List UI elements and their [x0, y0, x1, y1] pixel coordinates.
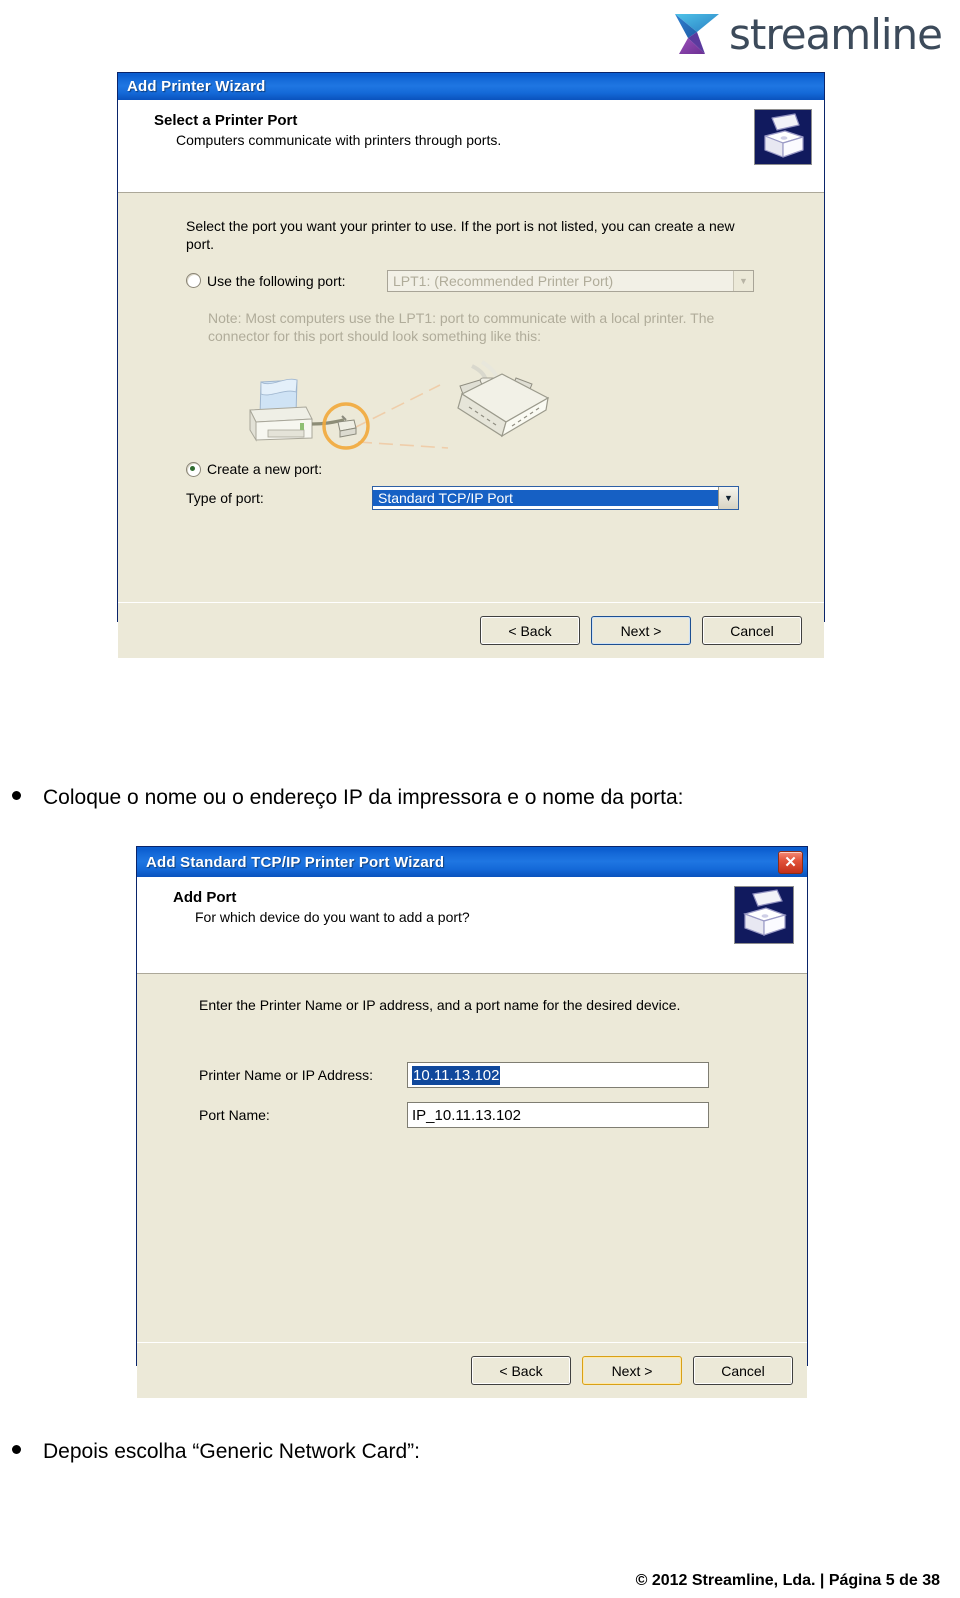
bullet-icon — [12, 1445, 21, 1454]
add-standard-tcpip-printer-port-wizard-dialog: Add Standard TCP/IP Printer Port Wizard … — [136, 846, 808, 1398]
dialog2-titlebar[interactable]: Add Standard TCP/IP Printer Port Wizard … — [137, 847, 807, 877]
printer-name-or-ip-label: Printer Name or IP Address: — [199, 1067, 374, 1084]
printer-name-or-ip-row: Printer Name or IP Address: 10.11.13.102 — [199, 1062, 787, 1089]
port-name-label: Port Name: — [199, 1107, 270, 1124]
dialog1-body: Select the port you want your printer to… — [118, 193, 824, 602]
next-button[interactable]: Next > — [591, 616, 691, 645]
type-of-port-combo[interactable]: Standard TCP/IP Port ▼ — [372, 486, 739, 511]
dialog1-note: Note: Most computers use the LPT1: port … — [208, 309, 715, 345]
dialog1-footer: < Back Next > Cancel — [118, 602, 824, 658]
cancel-button[interactable]: Cancel — [693, 1356, 793, 1385]
create-new-port-radio[interactable] — [186, 461, 201, 477]
dialog2-body: Enter the Printer Name or IP address, an… — [137, 974, 807, 1342]
use-following-port-label: Use the following port: — [207, 272, 346, 289]
port-select-combo[interactable]: LPT1: (Recommended Printer Port) ▼ — [387, 269, 754, 292]
printer-name-or-ip-field[interactable]: 10.11.13.102 — [407, 1062, 709, 1089]
cancel-button[interactable]: Cancel — [702, 616, 802, 645]
dialog2-footer: < Back Next > Cancel — [137, 1342, 807, 1398]
printer-name-or-ip-value: 10.11.13.102 — [412, 1065, 501, 1085]
next-button[interactable]: Next > — [582, 1356, 682, 1385]
dialog2-instruction: Enter the Printer Name or IP address, an… — [199, 997, 681, 1013]
caption-1-text: Coloque o nome ou o endereço IP da impre… — [43, 786, 684, 809]
page-footer: © 2012 Streamline, Lda. | Página 5 de 38 — [635, 1572, 940, 1589]
caption-line-2: Depois escolha “Generic Network Card”: — [12, 1440, 420, 1464]
dialog2-header-title: Add Port — [173, 889, 237, 906]
use-following-port-row: Use the following port: LPT1: (Recommend… — [186, 269, 804, 292]
dialog2-header-subtitle: For which device do you want to add a po… — [195, 909, 470, 925]
streamline-logo: streamline — [671, 8, 943, 60]
use-following-port-radio[interactable] — [186, 273, 201, 289]
port-name-value: IP_10.11.13.102 — [412, 1106, 521, 1124]
dialog1-header-subtitle: Computers communicate with printers thro… — [176, 132, 502, 148]
dialog1-header-title: Select a Printer Port — [154, 112, 298, 129]
close-icon[interactable]: ✕ — [778, 850, 803, 874]
dialog1-instruction: Select the port you want your printer to… — [186, 218, 735, 253]
printer-parallel-connector-illustration — [234, 352, 594, 452]
create-new-port-row: Create a new port: — [186, 460, 804, 478]
port-name-row: Port Name: IP_10.11.13.102 — [199, 1102, 787, 1129]
printer-header-icon — [734, 886, 794, 944]
caption-2-text: Depois escolha “Generic Network Card”: — [43, 1440, 420, 1463]
add-printer-wizard-dialog: Add Printer Wizard Select a Printer Port… — [117, 72, 825, 658]
create-new-port-label: Create a new port: — [207, 460, 323, 477]
back-button[interactable]: < Back — [471, 1356, 571, 1385]
printer-header-icon — [754, 109, 812, 165]
dialog1-titlebar[interactable]: Add Printer Wizard — [118, 73, 824, 100]
type-of-port-row: Type of port: Standard TCP/IP Port ▼ — [186, 486, 804, 511]
port-name-field[interactable]: IP_10.11.13.102 — [407, 1102, 709, 1129]
bullet-icon — [12, 791, 21, 800]
dialog2-header: Add Port For which device do you want to… — [137, 877, 807, 974]
dialog1-header: Select a Printer Port Computers communic… — [118, 100, 824, 193]
streamline-wordmark: streamline — [729, 9, 943, 59]
chevron-down-icon: ▼ — [733, 270, 753, 291]
dialog1-title: Add Printer Wizard — [127, 78, 266, 95]
chevron-down-icon[interactable]: ▼ — [718, 487, 738, 510]
port-select-value: LPT1: (Recommended Printer Port) — [393, 272, 614, 289]
streamline-logo-icon — [675, 14, 720, 54]
caption-line-1: Coloque o nome ou o endereço IP da impre… — [12, 786, 684, 810]
dialog2-title: Add Standard TCP/IP Printer Port Wizard — [146, 853, 445, 871]
type-of-port-value: Standard TCP/IP Port — [373, 490, 718, 507]
type-of-port-label: Type of port: — [186, 490, 264, 507]
back-button[interactable]: < Back — [480, 616, 580, 645]
